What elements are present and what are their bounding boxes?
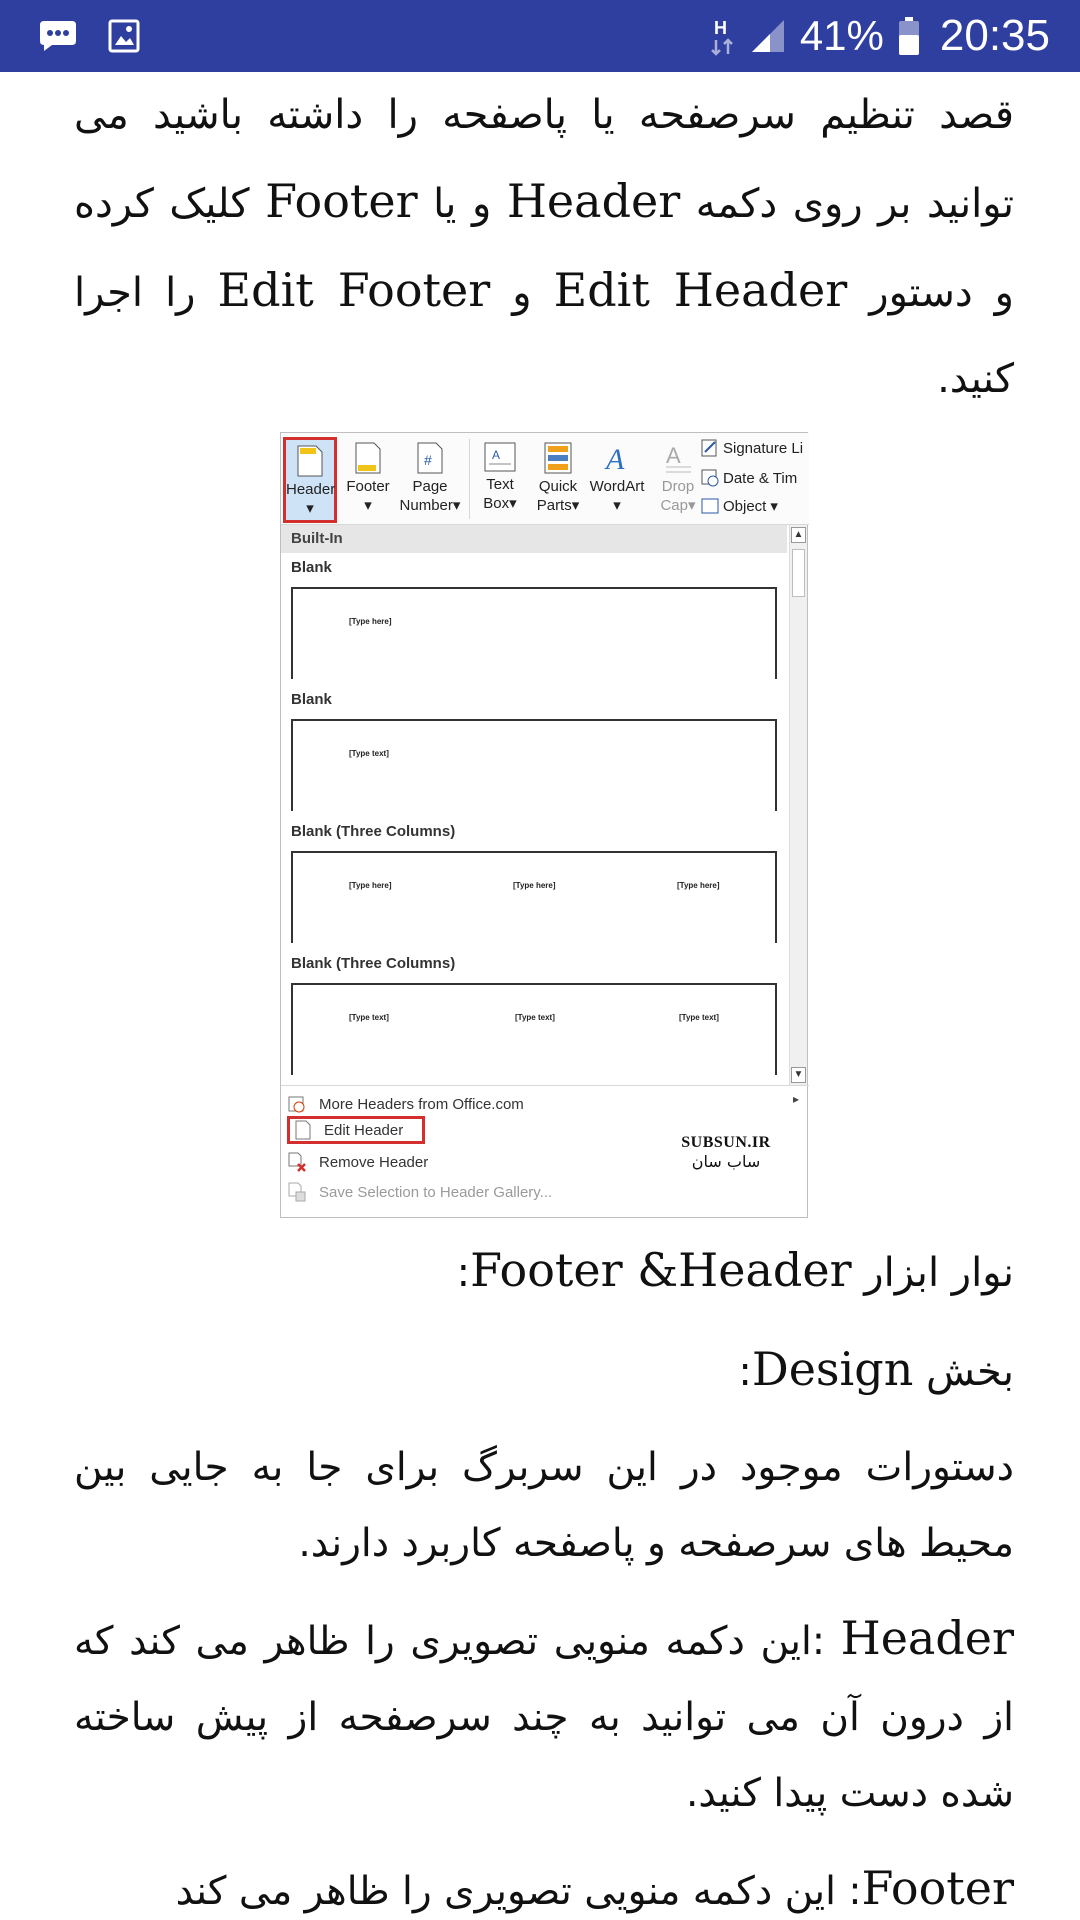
page-number-icon: #	[417, 442, 443, 474]
article: قصد تنظیم سرصفحه یا پاصفحه را داشته باشی…	[74, 72, 1014, 1920]
office-globe-icon	[288, 1096, 305, 1113]
placeholder-text: [Type here]	[349, 881, 392, 890]
wordart-ribbon-button[interactable]: A WordArt ▾	[585, 437, 649, 523]
subsun-watermark-logo: SUBSUN.IR ساب سان	[681, 1134, 771, 1171]
placeholder-text: [Type text]	[349, 749, 389, 758]
signal-icon	[750, 18, 786, 54]
toolbar-heading: نوار ابزار Footer &Header:	[456, 1243, 1014, 1297]
status-bar: H 41% 20:35	[0, 0, 1080, 72]
scroll-up-icon[interactable]: ▲	[791, 527, 806, 543]
placeholder-text: [Type text]	[349, 1013, 389, 1022]
network-type-label: H	[714, 18, 727, 38]
latin-term: Header	[506, 174, 681, 228]
page-icon	[295, 1120, 311, 1140]
placeholder-text: [Type here]	[677, 881, 720, 890]
header-dropdown-menu: More Headers from Office.com ▸ Edit Head…	[281, 1085, 809, 1219]
save-to-gallery-icon	[288, 1182, 306, 1202]
svg-text:A: A	[492, 448, 500, 462]
ribbon: Header ▾ Footer ▾ # Page Number▾ A Text	[281, 433, 809, 525]
latin-term: Edit Footer	[217, 263, 491, 317]
gallery-item-title: Blank	[291, 559, 332, 576]
placeholder-text: [Type text]	[515, 1013, 555, 1022]
wordart-icon: A	[604, 443, 625, 475]
edit-header-menu-item[interactable]: Edit Header	[287, 1116, 425, 1144]
svg-text:A: A	[666, 443, 681, 468]
signature-line-button[interactable]: Signature Li	[701, 439, 803, 457]
battery-percent: 41%	[799, 12, 884, 59]
svg-text:A: A	[604, 443, 625, 475]
ribbon-separator	[469, 439, 470, 519]
paragraph-footer-button: Footer: این دکمه منویی تصویری را ظاهر می…	[175, 1861, 1014, 1915]
scroll-down-icon[interactable]: ▼	[791, 1067, 806, 1083]
quick-parts-ribbon-button[interactable]: Quick Parts▾	[531, 437, 585, 523]
gallery-item-blank[interactable]: [Type text]	[291, 719, 777, 811]
word-screenshot-figure: Header ▾ Footer ▾ # Page Number▾ A Text	[74, 422, 1014, 1222]
scroll-thumb[interactable]	[792, 549, 805, 597]
paragraph-design: دستورات موجود در این سربرگ برای جا به جا…	[74, 1445, 1014, 1566]
gallery-item-title: Blank (Three Columns)	[291, 823, 456, 840]
design-heading: بخش Design:	[738, 1342, 1014, 1396]
messages-icon	[38, 19, 78, 53]
footer-icon	[355, 442, 381, 474]
quick-parts-icon	[544, 442, 572, 474]
persian-text: و	[490, 270, 554, 316]
remove-header-menu-item[interactable]: Remove Header	[287, 1148, 428, 1176]
calendar-clock-icon	[701, 469, 719, 487]
gallery-icon	[108, 19, 140, 53]
text-box-ribbon-button[interactable]: A Text Box▾	[473, 437, 527, 523]
drop-cap-ribbon-button[interactable]: A Drop Cap▾	[651, 437, 705, 523]
placeholder-text: [Type here]	[349, 617, 392, 626]
header-ribbon-button[interactable]: Header ▾	[283, 437, 337, 523]
date-time-button[interactable]: Date & Tim	[701, 469, 797, 487]
object-icon	[701, 498, 719, 514]
signature-icon	[701, 439, 717, 457]
gallery-item-three-columns[interactable]: [Type text] [Type text] [Type text]	[291, 983, 777, 1075]
word-header-menu-screenshot: Header ▾ Footer ▾ # Page Number▾ A Text	[280, 432, 809, 1219]
gallery-item-blank[interactable]: [Type here]	[291, 587, 777, 679]
text-box-icon: A	[484, 442, 516, 472]
save-selection-menu-item[interactable]: Save Selection to Header Gallery...	[287, 1178, 552, 1206]
object-button[interactable]: Object ▾	[701, 497, 778, 515]
latin-term: Footer	[265, 174, 418, 228]
placeholder-text: [Type text]	[679, 1013, 719, 1022]
header-gallery: Built-In ▲ ▼ Blank [Type here] Blank [Ty…	[281, 525, 809, 1085]
built-in-section-label: Built-In	[281, 525, 787, 553]
latin-term: Edit Header	[553, 263, 848, 317]
paragraph-header-button: Header :این دکمه منویی تصویری را ظاهر می…	[74, 1611, 1014, 1816]
placeholder-text: [Type here]	[513, 881, 556, 890]
drop-cap-icon: A	[666, 443, 691, 473]
persian-text: و یا	[417, 181, 507, 227]
gallery-scrollbar[interactable]: ▲ ▼	[789, 525, 807, 1085]
clock: 20:35	[939, 11, 1050, 60]
data-arrows-icon: H	[710, 16, 736, 56]
more-headers-menu-item[interactable]: More Headers from Office.com	[287, 1090, 524, 1118]
paragraph-intro: قصد تنظیم سرصفحه یا پاصفحه را داشته باشی…	[74, 72, 1014, 422]
remove-icon	[288, 1152, 306, 1172]
submenu-arrow-icon: ▸	[792, 1092, 799, 1106]
footer-ribbon-button[interactable]: Footer ▾	[341, 437, 395, 523]
header-icon	[297, 445, 323, 477]
svg-text:#: #	[424, 452, 432, 468]
gallery-item-three-columns[interactable]: [Type here] [Type here] [Type here]	[291, 851, 777, 943]
gallery-item-title: Blank (Three Columns)	[291, 955, 456, 972]
battery-icon	[898, 17, 920, 55]
page-number-ribbon-button[interactable]: # Page Number▾	[395, 437, 465, 523]
gallery-item-title: Blank	[291, 691, 332, 708]
